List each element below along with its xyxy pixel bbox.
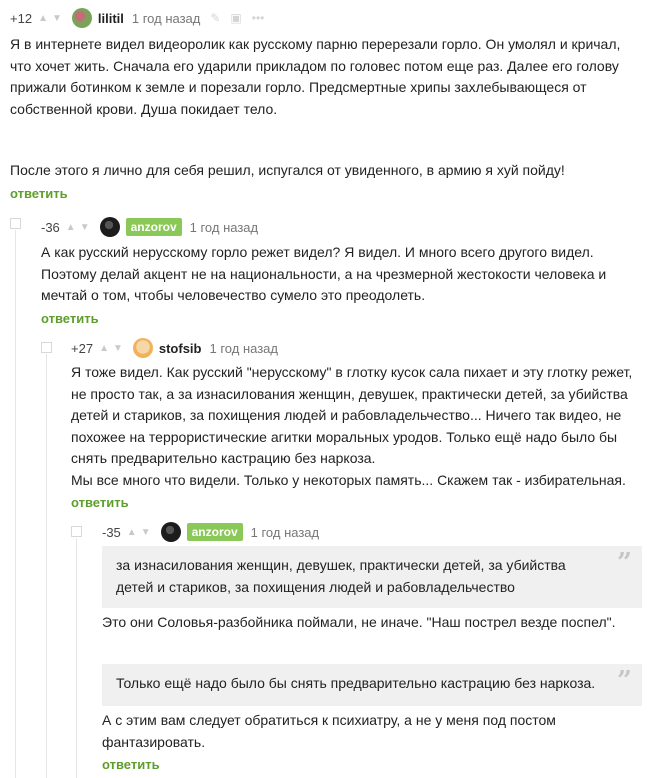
comment-text: Я в интернете видел видеоролик как русск… xyxy=(10,34,640,182)
reply-button[interactable]: ответить xyxy=(71,495,129,510)
comment-paragraph: После этого я лично для себя решил, испу… xyxy=(10,162,565,178)
thread-line[interactable] xyxy=(15,230,16,778)
collapse-toggle[interactable] xyxy=(71,526,82,537)
quote-text: Только ещё надо было бы снять предварите… xyxy=(116,675,596,691)
comment-text: Это они Соловья-разбойника поймали, не и… xyxy=(102,612,632,634)
quote-icon: ” xyxy=(617,666,632,696)
thread-line[interactable] xyxy=(76,538,77,778)
reply-button[interactable]: ответить xyxy=(41,311,99,326)
username[interactable]: lilitil xyxy=(98,11,124,26)
comment-paragraph: А как русский нерусскому горло режет вид… xyxy=(41,244,607,303)
comment-header: +27 ▲ ▼ stofsib 1 год назад xyxy=(71,338,278,358)
comment-paragraph: Это они Соловья-разбойника поймали, не и… xyxy=(102,614,616,630)
blockquote: за изнасилования женщин, девушек, практи… xyxy=(102,546,642,608)
edit-icon[interactable]: ✎ xyxy=(210,11,220,25)
comment-header: +12 ▲ ▼ lilitil 1 год назад ✎ ▣ ••• xyxy=(10,8,264,28)
vote-down-icon[interactable]: ▼ xyxy=(141,527,151,538)
vote-up-icon[interactable]: ▲ xyxy=(66,222,76,233)
vote-up-icon[interactable]: ▲ xyxy=(38,13,48,24)
avatar[interactable] xyxy=(160,522,181,542)
avatar[interactable] xyxy=(71,8,92,28)
comment-text: А как русский нерусскому горло режет вид… xyxy=(41,242,631,307)
vote-up-icon[interactable]: ▲ xyxy=(99,343,109,354)
more-icon[interactable]: ••• xyxy=(252,11,265,25)
username[interactable]: anzorov xyxy=(186,523,243,541)
collapse-toggle[interactable] xyxy=(10,218,21,229)
vote-down-icon[interactable]: ▼ xyxy=(80,222,90,233)
comment-time[interactable]: 1 год назад xyxy=(190,220,258,235)
collapse-toggle[interactable] xyxy=(41,342,52,353)
vote-down-icon[interactable]: ▼ xyxy=(113,343,123,354)
comment-rating: -35 xyxy=(102,524,121,540)
reply-button[interactable]: ответить xyxy=(102,757,160,772)
comment-rating: +27 xyxy=(71,340,94,356)
comment-text: Я тоже видел. Как русский "нерусскому" в… xyxy=(71,362,636,491)
thread-line[interactable] xyxy=(46,354,47,778)
comment-time[interactable]: 1 год назад xyxy=(132,11,200,26)
avatar[interactable] xyxy=(132,338,153,358)
comment-paragraph: Я тоже видел. Как русский "нерусскому" в… xyxy=(71,364,633,466)
vote-up-icon[interactable]: ▲ xyxy=(127,527,137,538)
comment-time[interactable]: 1 год назад xyxy=(251,525,319,540)
comment-rating: -36 xyxy=(41,219,60,235)
comment-rating: +12 xyxy=(10,10,33,26)
quote-icon: ” xyxy=(617,548,632,578)
save-icon[interactable]: ▣ xyxy=(230,11,241,25)
username[interactable]: anzorov xyxy=(125,218,182,236)
blockquote: Только ещё надо было бы снять предварите… xyxy=(102,664,642,706)
vote-down-icon[interactable]: ▼ xyxy=(52,13,62,24)
username[interactable]: stofsib xyxy=(159,341,202,356)
avatar[interactable] xyxy=(99,217,120,237)
quote-text: за изнасилования женщин, девушек, практи… xyxy=(116,557,566,595)
comment-time[interactable]: 1 год назад xyxy=(210,341,278,356)
comment-paragraph: А с этим вам следует обратиться к психиа… xyxy=(102,712,556,750)
comment-header: -35 ▲ ▼ anzorov 1 год назад xyxy=(102,522,319,542)
comment-paragraph: Я в интернете видел видеоролик как русск… xyxy=(10,36,621,117)
comment-header: -36 ▲ ▼ anzorov 1 год назад xyxy=(41,217,258,237)
comment-paragraph: Мы все много что видели. Только у некото… xyxy=(71,471,626,488)
reply-button[interactable]: ответить xyxy=(10,186,68,201)
comment-text: А с этим вам следует обратиться к психиа… xyxy=(102,710,632,753)
